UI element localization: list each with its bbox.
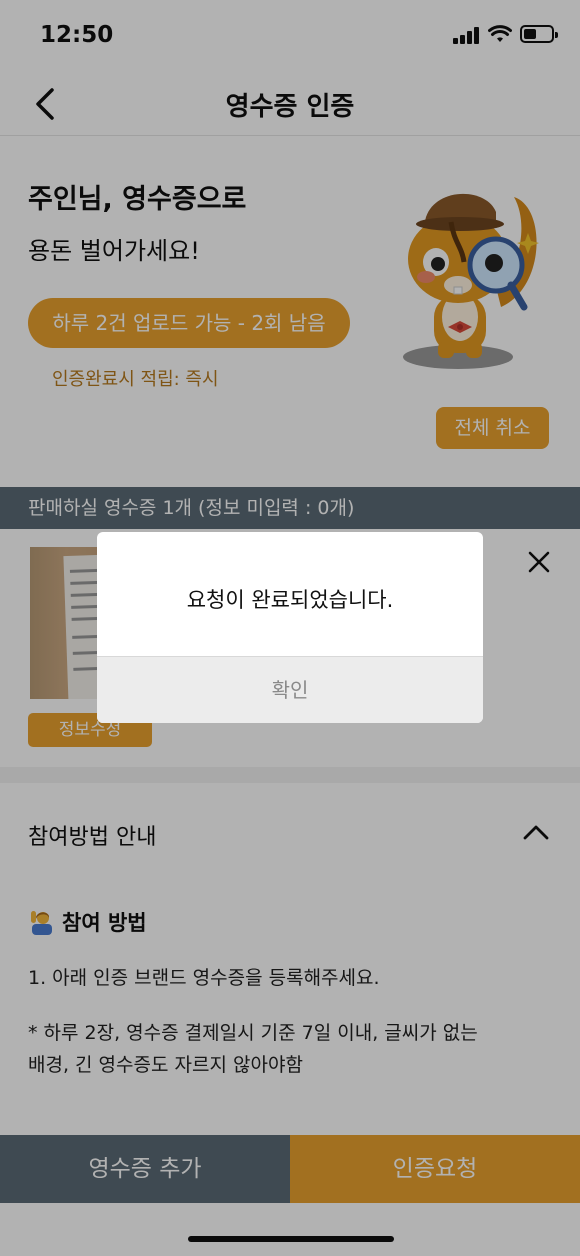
confirm-button[interactable]: 확인 (97, 657, 483, 723)
dialog-message: 요청이 완료되었습니다. (186, 588, 394, 612)
screen: 12:50 영수증 인증 주인님, 영수증으로 용돈 벌어가세요! 하루 2건 … (0, 0, 580, 1256)
alert-dialog: 요청이 완료되었습니다. 확인 (97, 532, 483, 723)
